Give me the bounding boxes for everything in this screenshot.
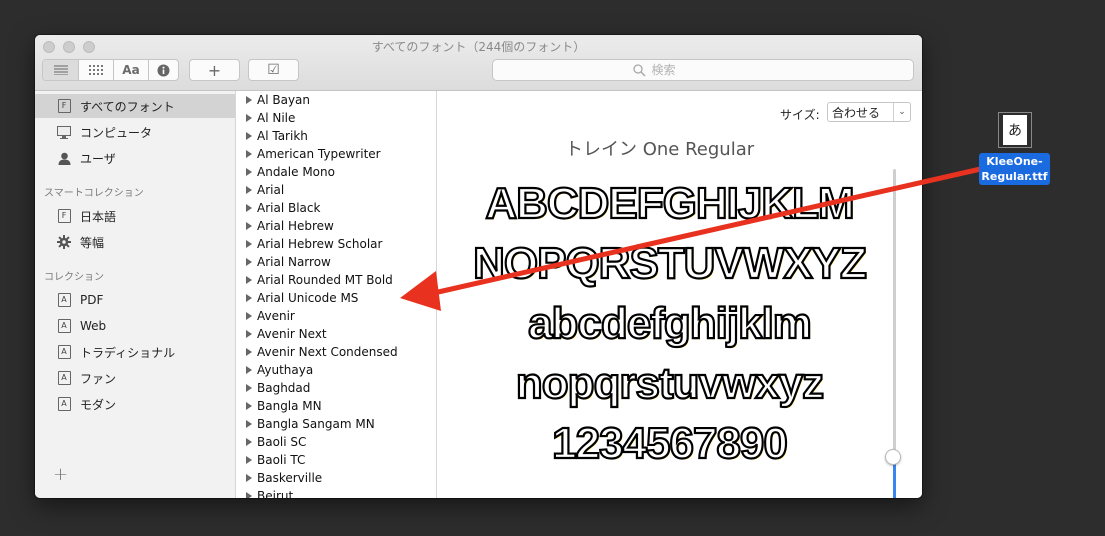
file-name-line2: Regular.ttf [981,170,1048,183]
file-name-label[interactable]: KleeOne- Regular.ttf [979,153,1050,185]
ttf-file-icon[interactable]: あ [998,112,1032,148]
file-name-line1: KleeOne- [986,155,1043,168]
font-file-glyph: あ [1003,115,1027,145]
red-arrow-annotation [400,165,988,311]
